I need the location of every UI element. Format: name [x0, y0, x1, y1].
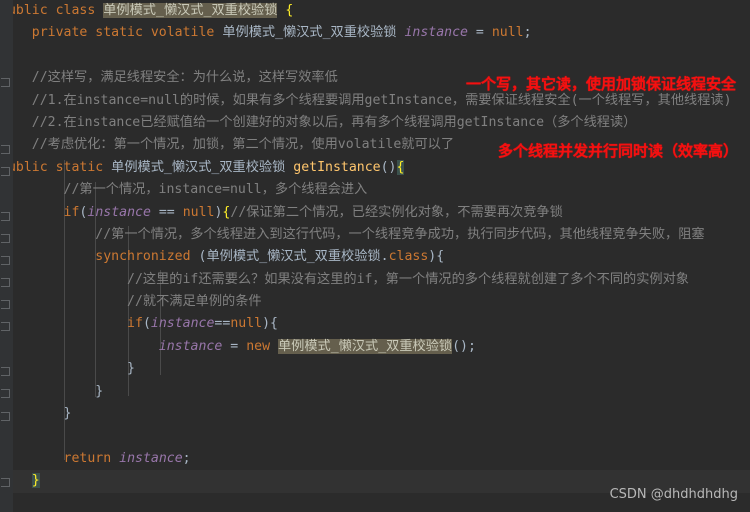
keyword-if: if — [127, 316, 143, 332]
close-brace: } — [95, 383, 104, 399]
fold-marker-icon[interactable] — [1, 234, 10, 243]
code-line-blank[interactable] — [0, 45, 750, 67]
csdn-watermark: CSDN @dhdhdhdhg — [609, 486, 738, 502]
comment-thread-safe: //这样写，满足线程安全：为什么说，这样写效率低 — [31, 70, 338, 86]
method-modifiers: public static — [0, 159, 104, 175]
field-instance: instance — [119, 450, 183, 466]
field-type: 单例模式_懒汉式_双重校验锁 — [222, 25, 397, 41]
method-parens: () — [380, 159, 397, 175]
code-line[interactable]: if(instance == null){//保证第二个情况，已经实例化对象，不… — [0, 202, 750, 224]
fold-marker-icon[interactable] — [1, 300, 10, 309]
null-literal: null — [182, 204, 215, 220]
assign-op: = — [230, 338, 239, 354]
code-line[interactable]: synchronized (单例模式_懒汉式_双重校验锁.class){ — [0, 246, 750, 268]
code-line[interactable]: //2.在instance已经赋值给一个创建好的对象以后，再有多个线程调用get… — [0, 112, 750, 134]
comment-optimize: //考虑优化：第一个情况，加锁，第二个情况，使用volatile就可以了 — [31, 137, 455, 153]
annotation-write-lock: 一个写，其它读，使用加锁保证线程安全 — [466, 75, 737, 93]
comment-no-relock: //保证第二个情况，已经实例化对象，不需要再次竞争锁 — [230, 204, 563, 220]
field-instance: instance — [158, 338, 223, 354]
method-name-getinstance: getInstance — [293, 159, 381, 175]
modifiers: private static volatile — [31, 25, 215, 41]
code-line[interactable]: //第一个情况，instance=null，多个线程会进入 — [0, 179, 750, 201]
semicolon: ; — [523, 25, 532, 41]
code-line[interactable]: private static volatile 单例模式_懒汉式_双重校验锁 i… — [0, 22, 750, 44]
code-line[interactable]: if(instance==null){ — [0, 313, 750, 335]
comment-case-2: //2.在instance已经赋值给一个创建好的对象以后，再有多个线程调用get… — [31, 114, 637, 130]
annotation-concurrent-read: 多个线程并发并行同时读（效率高） — [498, 142, 739, 160]
keyword-if: if — [63, 204, 80, 220]
class-name-highlight: 单例模式_懒汉式_双重校验锁 — [277, 338, 453, 354]
null-literal: null — [491, 25, 524, 41]
null-literal: null — [230, 316, 263, 332]
code-line[interactable]: instance = new 单例模式_懒汉式_双重校验锁(); — [0, 336, 750, 358]
fold-marker-icon[interactable] — [1, 389, 10, 398]
fold-marker-icon[interactable] — [1, 478, 10, 487]
fold-marker-icon[interactable] — [1, 212, 10, 221]
code-line[interactable]: return instance; — [0, 448, 750, 470]
dot: . — [380, 249, 389, 265]
open-brace: { — [436, 249, 445, 265]
keyword-new: new — [246, 338, 271, 354]
code-line[interactable]: } — [0, 403, 750, 425]
editor-gutter[interactable] — [0, 0, 13, 512]
lock-class-type: 单例模式_懒汉式_双重校验锁 — [206, 249, 381, 265]
fold-marker-icon[interactable] — [1, 78, 10, 87]
code-line[interactable]: } — [0, 358, 750, 380]
keyword-class: class — [55, 3, 96, 18]
fold-marker-icon[interactable] — [1, 322, 10, 331]
keyword-class-literal: class — [388, 249, 429, 265]
fold-marker-icon[interactable] — [1, 278, 10, 287]
code-line[interactable]: //就不满足单例的条件 — [0, 291, 750, 313]
rparen: ) — [262, 316, 271, 332]
ctor-parens: (); — [452, 338, 476, 354]
comment-compete: //第一个情况，多个线程进入到这行代码，一个线程竞争成功，执行同步代码，其他线程… — [95, 226, 705, 242]
keyword-synchronized: synchronized — [95, 249, 191, 265]
code-editor[interactable]: public class 单例模式_懒汉式_双重校验锁 { private st… — [0, 0, 750, 512]
open-brace: { — [270, 316, 278, 332]
code-line[interactable]: //第一个情况，多个线程进入到这行代码，一个线程竞争成功，执行同步代码，其他线程… — [0, 224, 750, 246]
close-brace: } — [127, 361, 135, 377]
code-line-blank[interactable] — [0, 425, 750, 447]
code-line[interactable]: public class 单例模式_懒汉式_双重校验锁 { — [0, 0, 750, 22]
code-line[interactable]: //这里的if还需要么？如果没有这里的if，第一个情况的多个线程就创建了多个不同… — [0, 269, 750, 291]
fold-marker-icon[interactable] — [1, 256, 10, 265]
assign-op: = — [475, 25, 484, 41]
fold-marker-icon[interactable] — [1, 367, 10, 376]
field-instance: instance — [404, 25, 468, 41]
close-brace: } — [63, 406, 72, 422]
class-name-highlight: 单例模式_懒汉式_双重校验锁 — [103, 3, 278, 18]
equality-op: == — [214, 316, 231, 332]
comment-inner-if-needed: //这里的if还需要么？如果没有这里的if，第一个情况的多个线程就创建了多个不同… — [127, 271, 689, 287]
field-instance: instance — [87, 204, 151, 220]
semicolon: ; — [182, 450, 191, 466]
fold-marker-icon[interactable] — [1, 412, 10, 421]
code-line[interactable]: } — [0, 381, 750, 403]
open-brace: { — [285, 3, 294, 18]
fold-marker-icon[interactable] — [1, 167, 10, 176]
fold-marker-icon[interactable] — [1, 145, 10, 154]
matched-close-brace: } — [31, 473, 40, 489]
matched-open-brace: { — [396, 159, 405, 175]
return-type: 单例模式_懒汉式_双重校验锁 — [111, 159, 286, 175]
equality-op: == — [158, 204, 175, 220]
field-instance: instance — [150, 316, 215, 332]
lparen: ( — [142, 316, 151, 332]
comment-singleton-condition: //就不满足单例的条件 — [127, 294, 262, 310]
comment-enter: //第一个情况，instance=null，多个线程会进入 — [63, 182, 368, 198]
keyword-return: return — [63, 450, 112, 466]
